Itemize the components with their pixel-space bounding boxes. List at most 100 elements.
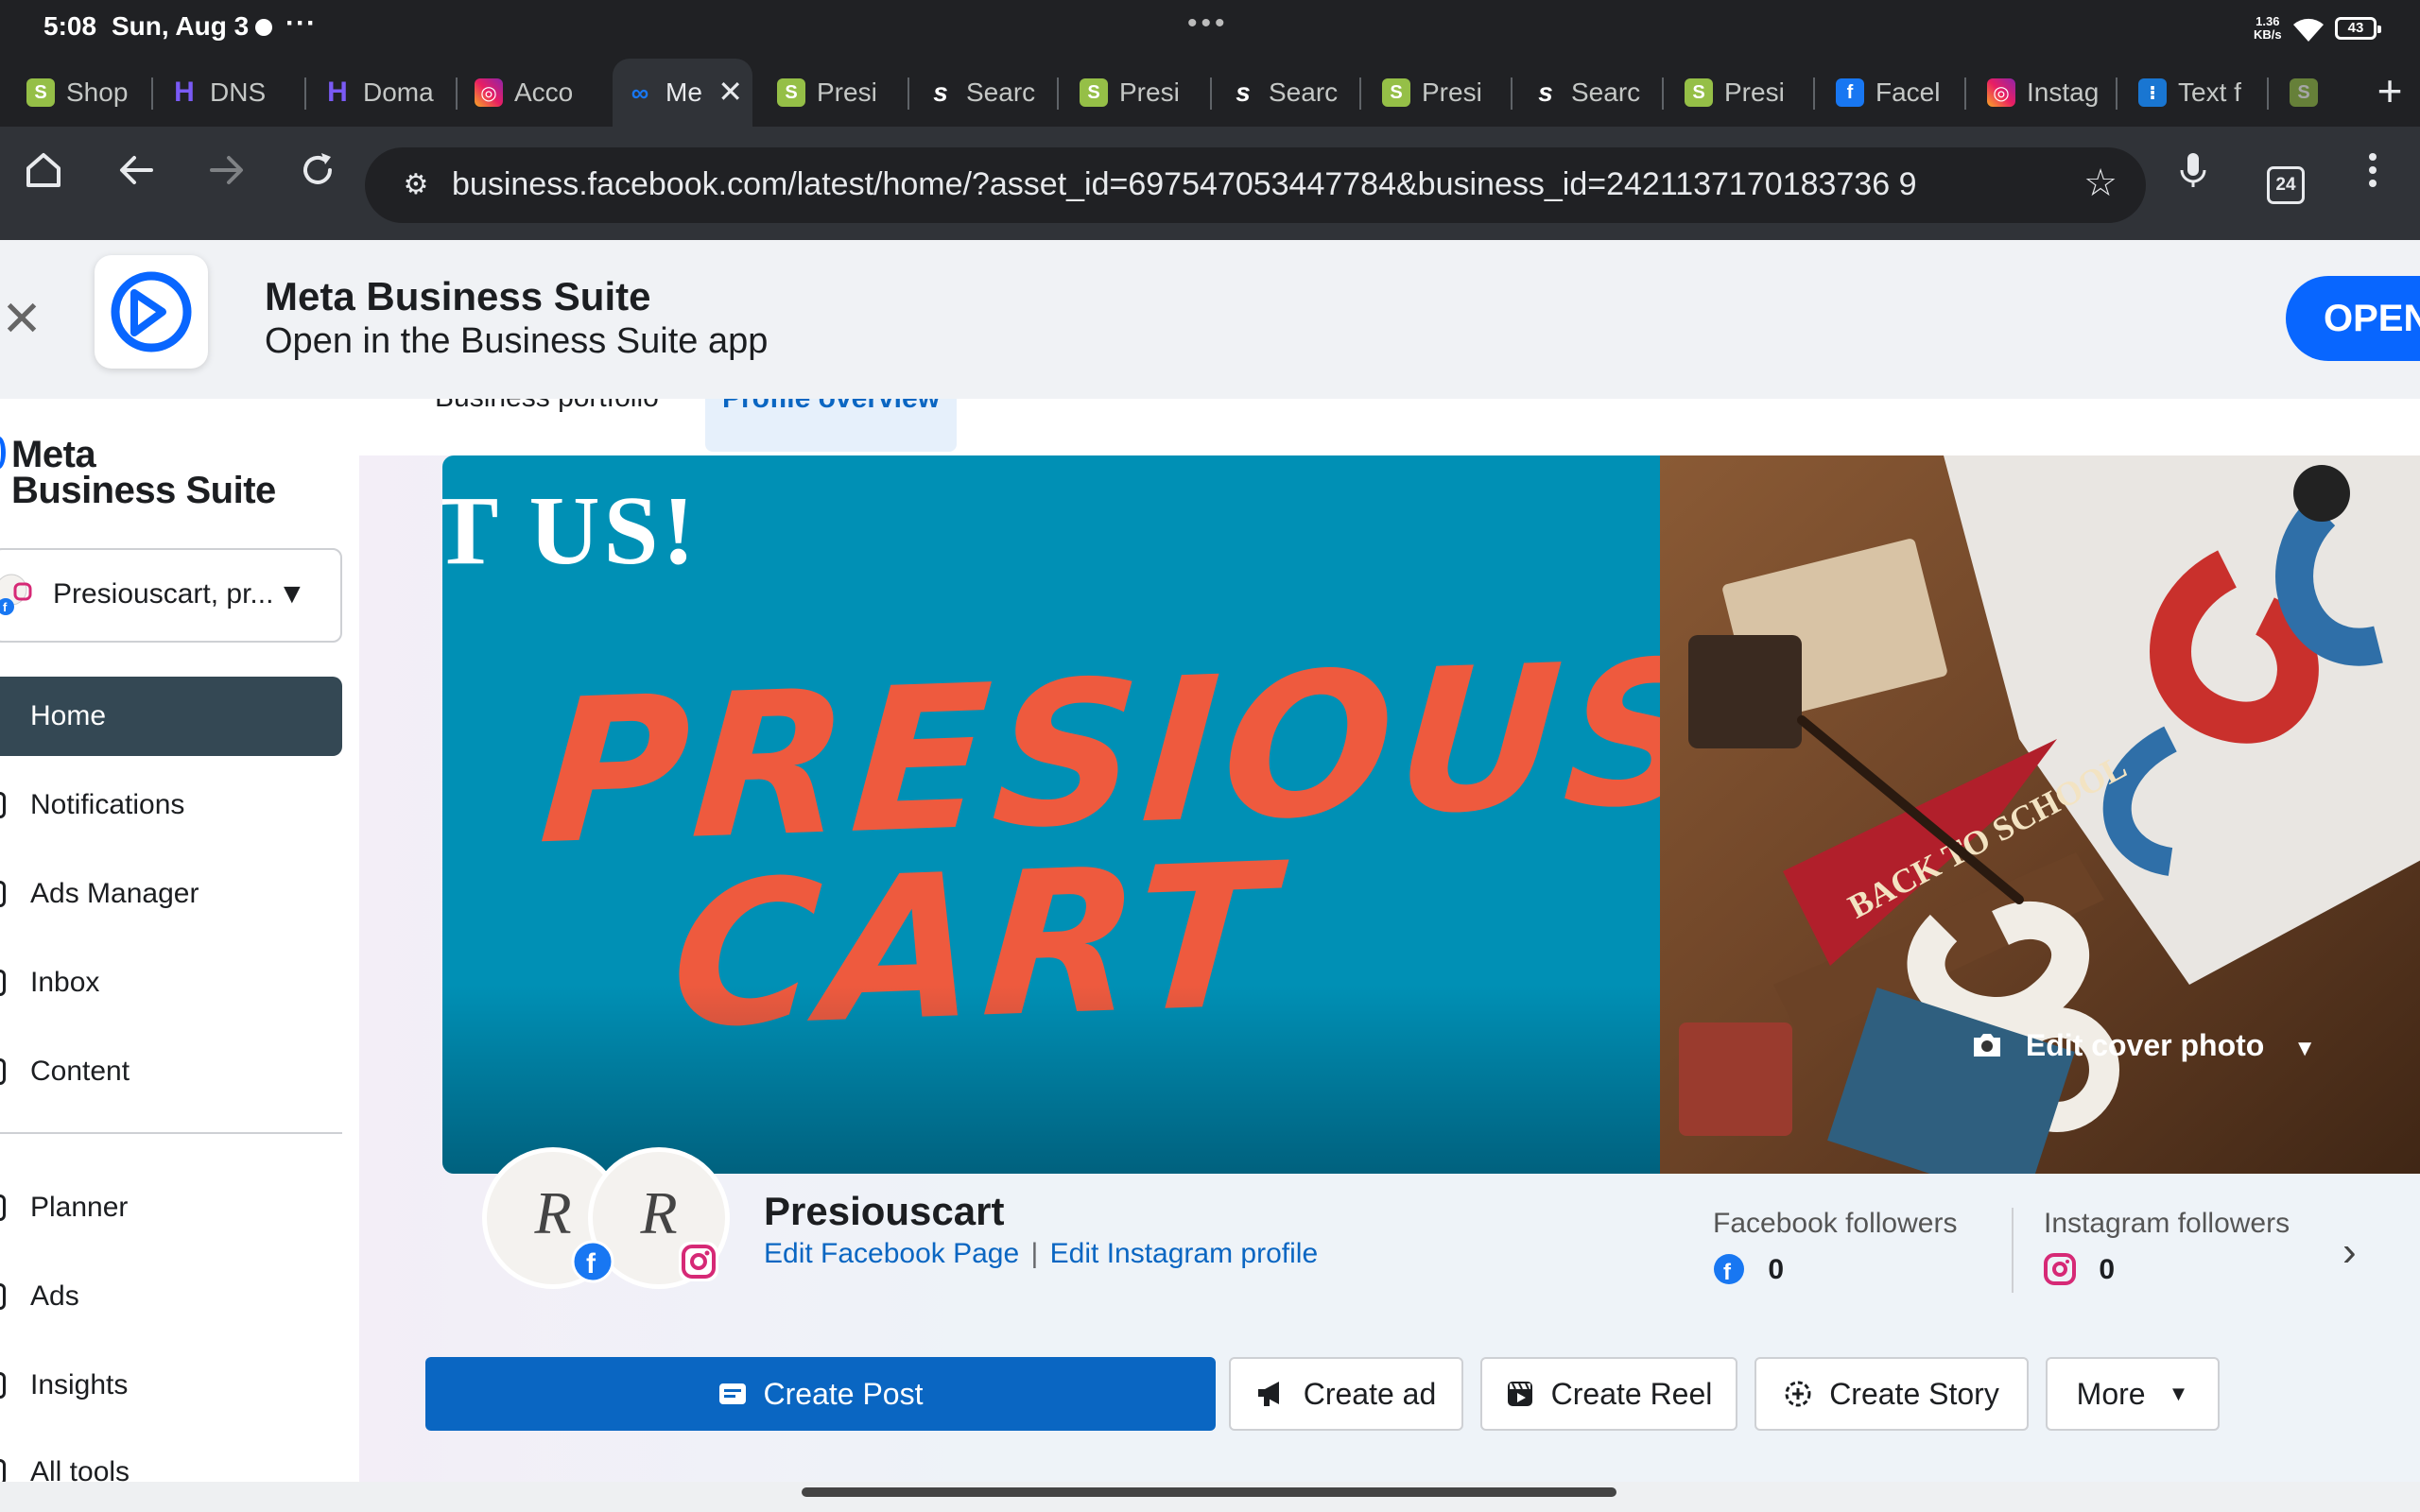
shopify-icon: S [777, 78, 805, 107]
create-post-button[interactable]: Create Post [425, 1357, 1216, 1431]
address-bar[interactable]: ⚙ business.facebook.com/latest/home/?ass… [365, 147, 2146, 223]
browser-tab[interactable]: ◎ Instag [1974, 59, 2116, 127]
status-date: Sun, Aug 3 [112, 11, 250, 41]
tab-separator [1511, 77, 1512, 110]
browser-tab[interactable]: S Presi [764, 59, 906, 127]
tab-separator [151, 77, 153, 110]
browser-tab[interactable]: s Searc [1216, 59, 1357, 127]
browser-tab[interactable]: S Presi [1671, 59, 1813, 127]
inbox-icon [0, 970, 6, 996]
open-app-button[interactable]: OPEN [2286, 276, 2420, 361]
home-icon [26, 153, 60, 187]
edit-cover-photo-button[interactable]: Edit cover photo ▼ [1970, 1017, 2316, 1074]
browser-tab[interactable]: S Presi [1066, 59, 1208, 127]
browser-tab[interactable]: S Shop [13, 59, 155, 127]
status-more-icon: ··· [285, 8, 317, 39]
account-selector[interactable]: f Presiouscart, pr... ▼ [0, 548, 342, 643]
svg-text:f: f [1723, 1260, 1732, 1285]
shopify-icon: S [2290, 78, 2318, 107]
main-content: Business portfolio Profile overview T US… [359, 399, 2420, 1482]
create-ad-button[interactable]: Create ad [1229, 1357, 1463, 1431]
window-handle-icon[interactable]: ••• [1187, 8, 1229, 40]
business-suite-logo-icon [95, 255, 208, 369]
url-text[interactable]: business.facebook.com/latest/home/?asset… [452, 166, 1916, 203]
tab-separator [1210, 77, 1212, 110]
home-indicator[interactable] [802, 1487, 1616, 1497]
browser-tab[interactable]: H Doma [310, 59, 452, 127]
notification-dot-icon [255, 19, 272, 36]
megaphone-icon [0, 1283, 6, 1310]
nav-item-insights[interactable]: Insights [0, 1346, 342, 1425]
profile-name: Presiouscart [764, 1189, 1005, 1233]
nav-item-content[interactable]: Content [0, 1032, 342, 1111]
tab-label: Me [666, 77, 702, 107]
tab-separator [1359, 77, 1361, 110]
bookmark-star-icon[interactable]: ☆ [2074, 157, 2127, 210]
browser-tab[interactable]: S [2276, 59, 2337, 127]
nav-item-notifications[interactable]: Notifications [0, 765, 342, 845]
nav-item-label: Planner [30, 1192, 129, 1223]
chevron-right-icon[interactable]: › [2342, 1228, 2357, 1276]
arrow-left-icon [120, 156, 153, 184]
edit-instagram-profile-link[interactable]: Edit Instagram profile [1050, 1238, 1318, 1269]
close-tab-icon[interactable]: ✕ [717, 74, 743, 110]
caret-down-icon: ▼ [2168, 1382, 2189, 1405]
reload-icon [303, 153, 332, 184]
more-button[interactable]: More ▼ [2046, 1357, 2220, 1431]
banner-subtitle: Open in the Business Suite app [265, 321, 769, 361]
back-button[interactable] [108, 149, 164, 206]
sidebar: Meta Business Suite f Presiouscart, pr..… [0, 399, 359, 1487]
megaphone-icon [1256, 1380, 1287, 1408]
browser-tab[interactable]: s Searc [1518, 59, 1660, 127]
nav-item-ads-manager[interactable]: Ads Manager [0, 854, 342, 934]
camera-icon [1974, 1034, 2000, 1057]
browser-tab[interactable]: S Presi [1369, 59, 1511, 127]
create-story-button[interactable]: Create Story [1754, 1357, 2029, 1431]
nav-item-planner[interactable]: Planner [0, 1168, 342, 1247]
status-bar: 5:08 Sun, Aug 3 ··· ••• 1.36 KB/s 43 [0, 0, 2420, 59]
tab-business-portfolio[interactable]: Business portfolio [435, 399, 659, 414]
s-icon: s [933, 77, 948, 107]
tab-label: Presi [817, 77, 877, 107]
browser-tab[interactable]: H DNS [157, 59, 299, 127]
text-icon: ⁝ [2138, 78, 2167, 107]
edit-facebook-page-link[interactable]: Edit Facebook Page [764, 1238, 1019, 1269]
tab-switcher-button[interactable]: 24 [2267, 166, 2305, 204]
home-button[interactable] [15, 149, 72, 206]
system-navigation-bar [0, 1482, 2420, 1512]
nav-divider [0, 1132, 342, 1134]
browser-tab[interactable]: ◎ Acco [461, 59, 603, 127]
browser-tab[interactable]: f Facel [1823, 59, 1964, 127]
forward-button[interactable] [199, 149, 255, 206]
nav-item-label: Content [30, 1056, 130, 1087]
browser-menu-button[interactable] [2344, 149, 2401, 206]
tab-separator [2116, 77, 2118, 110]
tab-separator [1057, 77, 1059, 110]
instagram-followers-value: 0 [2099, 1254, 2116, 1285]
caret-down-icon: ▼ [278, 578, 306, 610]
reload-button[interactable] [289, 149, 346, 206]
tab-label: Text f [2178, 77, 2241, 107]
browser-tab-active[interactable]: ∞ Me ✕ [613, 59, 752, 127]
tab-label: DNS [210, 77, 267, 107]
browser-tab[interactable]: s Searc [913, 59, 1055, 127]
nav-item-home[interactable]: Home [0, 677, 342, 756]
nav-item-label: Home [30, 700, 107, 731]
tab-profile-overview[interactable]: Profile overview [705, 399, 957, 452]
page-tabs: Business portfolio Profile overview [359, 399, 2420, 455]
create-reel-button[interactable]: Create Reel [1480, 1357, 1737, 1431]
caret-down-icon: ▼ [2293, 1036, 2316, 1061]
voice-search-button[interactable] [2165, 149, 2221, 206]
facebook-icon: f [571, 1240, 614, 1283]
nav-item-inbox[interactable]: Inbox [0, 943, 342, 1022]
open-app-banner: ✕ Meta Business Suite Open in the Busine… [0, 240, 2420, 399]
browser-tab[interactable]: ⁝ Text f [2125, 59, 2267, 127]
create-reel-label: Create Reel [1550, 1376, 1713, 1411]
instagram-icon: ◎ [475, 78, 503, 107]
new-tab-button[interactable]: + [2356, 59, 2420, 127]
site-settings-icon[interactable]: ⚙ [393, 163, 439, 208]
profile-edit-links: Edit Facebook Page | Edit Instagram prof… [764, 1238, 1318, 1270]
nav-item-ads[interactable]: Ads [0, 1257, 342, 1336]
close-banner-icon[interactable]: ✕ [0, 293, 43, 346]
tab-label: Instag [2027, 77, 2100, 107]
